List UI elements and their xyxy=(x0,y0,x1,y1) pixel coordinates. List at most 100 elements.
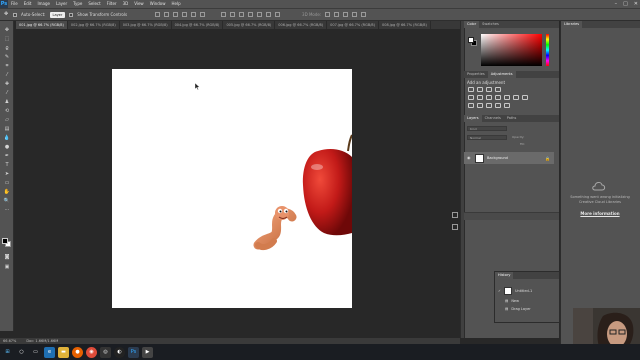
document-tab[interactable]: 006.jpg @ 66.7% (RGB/8) xyxy=(275,21,328,29)
menu-help[interactable]: Help xyxy=(168,0,183,8)
align-middle-icon[interactable] xyxy=(164,12,170,17)
path-select-tool-icon[interactable]: ➤ xyxy=(2,170,12,178)
pen-tool-icon[interactable]: ✒ xyxy=(2,152,12,160)
3d-orbit-icon[interactable] xyxy=(325,12,331,17)
color-balance-icon[interactable] xyxy=(486,95,492,100)
lasso-tool-icon[interactable]: ϱ xyxy=(2,44,12,52)
document-tab[interactable]: 005.jpg @ 66.7% (RGB/8) xyxy=(223,21,276,29)
photoshop-taskbar-icon[interactable]: Ps xyxy=(128,346,139,358)
dodge-tool-icon[interactable]: ● xyxy=(2,143,12,151)
blend-mode-dropdown[interactable]: Normal xyxy=(467,135,507,140)
3d-scale-icon[interactable] xyxy=(361,12,367,17)
tab-layers[interactable]: Layers xyxy=(464,115,482,122)
menu-filter[interactable]: Filter xyxy=(104,0,120,8)
distribute-icon[interactable] xyxy=(257,12,263,17)
tab-properties[interactable]: Properties xyxy=(464,71,488,78)
file-explorer-icon[interactable]: ▬ xyxy=(58,346,69,358)
menu-image[interactable]: Image xyxy=(34,0,53,8)
type-tool-icon[interactable]: T xyxy=(2,161,12,169)
edge-browser-icon[interactable]: e xyxy=(44,346,55,358)
new-layer-icon[interactable] xyxy=(452,212,458,218)
chrome-icon[interactable]: ◉ xyxy=(86,346,97,358)
quick-mask-icon[interactable]: ◙ xyxy=(2,253,12,261)
media-app-icon[interactable]: ▶ xyxy=(142,346,153,358)
foreground-color-chip[interactable] xyxy=(468,37,474,43)
color-picker-field[interactable] xyxy=(481,34,542,66)
document-canvas[interactable] xyxy=(112,69,352,308)
brightness-icon[interactable] xyxy=(468,87,474,92)
distribute-icon[interactable] xyxy=(248,12,254,17)
align-right-icon[interactable] xyxy=(200,12,206,17)
levels-icon[interactable] xyxy=(477,87,483,92)
history-snapshot[interactable]: ✓ Untitled-1 xyxy=(498,287,532,295)
crop-tool-icon[interactable]: ⌗ xyxy=(2,62,12,70)
channel-mixer-icon[interactable] xyxy=(513,95,519,100)
color-lookup-icon[interactable] xyxy=(522,95,528,100)
history-state[interactable]: ▤ New xyxy=(505,299,519,303)
task-view-icon[interactable]: ▭ xyxy=(30,347,41,358)
brush-tool-icon[interactable]: ⁄ xyxy=(2,89,12,97)
document-tab[interactable]: 001.jpg @ 66.7% (RGB/8) xyxy=(16,21,68,29)
distribute-icon[interactable] xyxy=(266,12,272,17)
selective-color-icon[interactable] xyxy=(495,103,501,108)
screen-mode-icon[interactable]: ▣ xyxy=(2,263,12,271)
hand-tool-icon[interactable]: ✋ xyxy=(2,188,12,196)
3d-roll-icon[interactable] xyxy=(334,12,340,17)
vibrance-icon[interactable] xyxy=(468,95,474,100)
tab-color[interactable]: Color xyxy=(464,21,480,28)
maximize-icon[interactable]: □ xyxy=(623,0,628,8)
3d-slide-icon[interactable] xyxy=(352,12,358,17)
more-tools-icon[interactable]: ⋯ xyxy=(2,206,12,214)
visibility-eye-icon[interactable]: ◉ xyxy=(467,156,472,160)
minimize-icon[interactable]: – xyxy=(615,0,618,8)
history-state[interactable]: ▤ Drag Layer xyxy=(505,307,531,311)
tab-history[interactable]: History xyxy=(495,272,514,279)
auto-select-checkbox[interactable] xyxy=(13,12,17,17)
more-information-link[interactable]: More information xyxy=(566,211,634,216)
menu-3d[interactable]: 3D xyxy=(120,0,132,8)
camera-app-icon[interactable]: ◎ xyxy=(100,346,111,358)
exposure-icon[interactable] xyxy=(495,87,501,92)
hue-saturation-icon[interactable] xyxy=(477,95,483,100)
auto-align-icon[interactable] xyxy=(275,12,281,17)
zoom-tool-icon[interactable]: 🔍 xyxy=(2,197,12,205)
history-brush-tool-icon[interactable]: ⟲ xyxy=(2,107,12,115)
layer-select-dropdown[interactable]: Layer xyxy=(49,11,66,18)
blur-tool-icon[interactable]: 💧 xyxy=(2,134,12,142)
threshold-icon[interactable] xyxy=(486,103,492,108)
tab-swatches[interactable]: Swatches xyxy=(479,21,502,28)
document-tab[interactable]: 007.jpg @ 66.7% (RGB/8) xyxy=(327,21,380,29)
marquee-tool-icon[interactable]: ⬚ xyxy=(2,35,12,43)
eraser-tool-icon[interactable]: ▱ xyxy=(2,116,12,124)
3d-pan-icon[interactable] xyxy=(343,12,349,17)
tab-libraries[interactable]: Libraries xyxy=(561,21,583,28)
layer-filter-kind[interactable]: Kind xyxy=(467,126,507,131)
delete-layer-icon[interactable] xyxy=(452,224,458,230)
search-icon[interactable]: ○ xyxy=(16,347,27,358)
firefox-icon[interactable]: ● xyxy=(72,346,83,358)
posterize-icon[interactable] xyxy=(477,103,483,108)
photo-filter-icon[interactable] xyxy=(504,95,510,100)
history-brush-source-icon[interactable]: ✓ xyxy=(498,289,501,293)
healing-brush-tool-icon[interactable]: ✚ xyxy=(2,80,12,88)
menu-view[interactable]: View xyxy=(131,0,147,8)
quick-select-tool-icon[interactable]: ✎ xyxy=(2,53,12,61)
document-tab[interactable]: 008.jpg @ 66.7% (RGB/8) xyxy=(379,21,431,29)
document-tab[interactable]: 004.jpg @ 66.7% (RGB/8) xyxy=(172,21,224,29)
document-tab[interactable]: 002.jpg @ 66.7% (RGB/8) xyxy=(68,21,120,29)
tab-adjustments[interactable]: Adjustments xyxy=(487,71,516,78)
menu-window[interactable]: Window xyxy=(147,0,169,8)
document-tab[interactable]: 003.jpg @ 66.7% (RGB/8) xyxy=(120,21,172,29)
distribute-icon[interactable] xyxy=(230,12,236,17)
eyedropper-tool-icon[interactable]: ⁄ xyxy=(2,71,12,79)
close-icon[interactable]: ✕ xyxy=(634,0,638,8)
show-transform-checkbox[interactable] xyxy=(69,12,74,17)
move-tool-preset-icon[interactable]: ✥ xyxy=(4,12,9,17)
windows-start-icon[interactable]: ⊞ xyxy=(2,347,13,358)
layer-row-background[interactable]: ◉ Background 🔒 xyxy=(464,152,554,164)
foreground-color-swatch[interactable] xyxy=(2,238,8,244)
distribute-icon[interactable] xyxy=(239,12,245,17)
align-bottom-icon[interactable] xyxy=(173,12,179,17)
menu-layer[interactable]: Layer xyxy=(53,0,70,8)
gradient-tool-icon[interactable]: ▤ xyxy=(2,125,12,133)
